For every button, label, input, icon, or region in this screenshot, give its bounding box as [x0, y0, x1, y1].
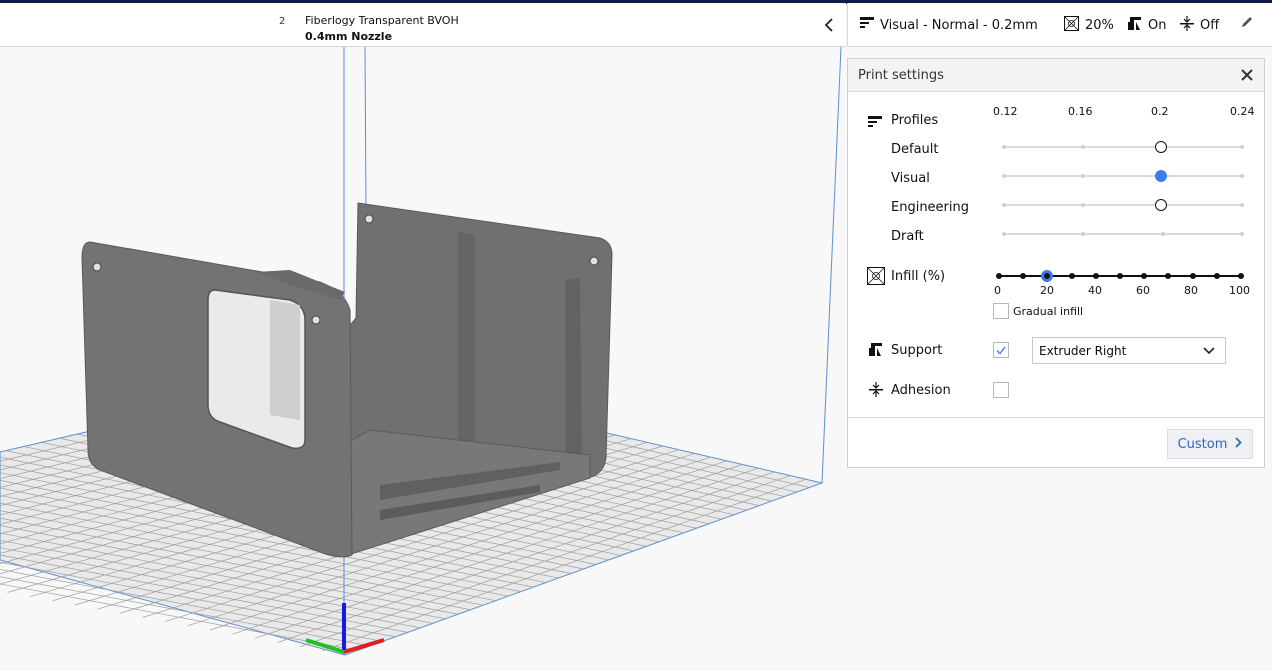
support-extruder-select[interactable]: Extruder Right [1032, 337, 1226, 364]
support-label: Support [891, 343, 943, 358]
slider-step [1002, 232, 1006, 236]
layer-slider-handle-active[interactable] [1155, 170, 1167, 182]
slider-step [1002, 203, 1006, 207]
infill-tick-label: 20 [1040, 284, 1054, 297]
adhesion-icon [869, 382, 883, 401]
infill-step-dot [1165, 273, 1172, 279]
infill-step-dot [1189, 273, 1196, 279]
slider-step [1240, 174, 1244, 178]
chevron-down-icon [1203, 344, 1215, 358]
print-settings-panel: Print settings Profiles 0.12 0.16 0.2 0.… [847, 58, 1265, 468]
support-summary-label: On [1148, 18, 1167, 33]
layer-slider-track[interactable] [1004, 233, 1242, 235]
layer-height-label: 0.16 [1068, 105, 1093, 118]
profiles-label: Profiles [891, 113, 939, 128]
infill-tick-label: 0 [994, 284, 1001, 297]
checkmark-icon [996, 346, 1006, 355]
adhesion-icon [1180, 16, 1194, 35]
infill-step-dot [1117, 273, 1123, 279]
panel-footer: Custom [848, 417, 1264, 467]
chevron-left-icon[interactable] [818, 13, 840, 37]
extruder-material: Fiberlogy Transparent BVOH [305, 14, 459, 27]
slider-step [1081, 232, 1085, 236]
profile-row-default[interactable]: Default [891, 142, 939, 157]
support-summary[interactable]: On [1127, 16, 1166, 35]
infill-summary-label: 20% [1085, 18, 1114, 33]
gradual-infill-label: Gradual infill [1013, 305, 1084, 318]
infill-summary[interactable]: 20% [1064, 16, 1114, 35]
layer-slider-track[interactable] [1004, 146, 1242, 148]
adhesion-summary-label: Off [1200, 18, 1220, 33]
pencil-icon[interactable] [1241, 16, 1253, 28]
infill-tick-label: 80 [1184, 284, 1198, 297]
support-checkbox[interactable] [993, 342, 1009, 358]
panel-title: Print settings [858, 68, 944, 83]
infill-tick-label: 40 [1088, 284, 1102, 297]
support-icon [868, 342, 883, 361]
profile-summary[interactable]: Visual - Normal - 0.2mm [860, 16, 1038, 34]
infill-icon [1064, 16, 1079, 35]
slider-step [1081, 203, 1085, 207]
profile-row-visual[interactable]: Visual [891, 171, 930, 186]
infill-label: Infill (%) [891, 269, 946, 284]
infill-tick-label: 60 [1136, 284, 1150, 297]
slider-step [1002, 174, 1006, 178]
profile-icon [860, 16, 874, 34]
profile-icon [868, 114, 882, 133]
adhesion-checkbox[interactable] [993, 382, 1009, 398]
support-icon [1127, 16, 1142, 35]
extruder-number: 2 [279, 16, 286, 27]
layer-height-label: 0.12 [993, 105, 1018, 118]
infill-step-dot [1020, 273, 1027, 279]
slider-step [1081, 145, 1085, 149]
slider-step [1081, 174, 1085, 178]
layer-height-label: 0.24 [1230, 105, 1255, 118]
infill-step-dot [1141, 273, 1148, 279]
gradual-infill-checkbox[interactable] [993, 303, 1009, 319]
slider-step [1002, 145, 1006, 149]
support-extruder-value: Extruder Right [1039, 344, 1127, 358]
print-settings-summary[interactable]: Visual - Normal - 0.2mm 20% On Off [847, 3, 1272, 47]
adhesion-summary[interactable]: Off [1180, 16, 1219, 35]
infill-step-dot [1238, 273, 1244, 279]
custom-button[interactable]: Custom [1167, 429, 1253, 459]
layer-slider-handle[interactable] [1155, 141, 1167, 153]
layer-slider-track[interactable] [1004, 175, 1242, 177]
layer-slider-track[interactable] [1004, 204, 1242, 206]
profile-row-engineering[interactable]: Engineering [891, 200, 969, 215]
layer-slider-handle[interactable] [1155, 199, 1167, 211]
infill-step-dot [1068, 273, 1075, 279]
infill-step-dot [996, 273, 1002, 279]
profile-row-draft[interactable]: Draft [891, 229, 924, 244]
panel-header: Print settings [848, 59, 1264, 92]
chevron-right-icon [1235, 436, 1243, 452]
extruder-selector[interactable]: 2 Fiberlogy Transparent BVOH 0.4mm Nozzl… [0, 3, 846, 47]
build-volume-edge [821, 46, 842, 484]
slider-step [1240, 145, 1244, 149]
slider-step [1240, 232, 1244, 236]
infill-tick-label: 100 [1229, 284, 1250, 297]
infill-icon [867, 267, 885, 289]
infill-step-dot [1092, 273, 1099, 279]
infill-step-dot [1213, 273, 1220, 279]
slider-step [1240, 203, 1244, 207]
adhesion-label: Adhesion [891, 383, 951, 398]
extruder-nozzle: 0.4mm Nozzle [305, 30, 393, 43]
build-volume-edge [364, 46, 367, 211]
close-icon[interactable] [1238, 66, 1256, 84]
slider-step [1161, 232, 1165, 236]
profile-summary-label: Visual - Normal - 0.2mm [880, 17, 1038, 33]
layer-height-label: 0.2 [1151, 105, 1169, 118]
custom-button-label: Custom [1177, 436, 1228, 452]
